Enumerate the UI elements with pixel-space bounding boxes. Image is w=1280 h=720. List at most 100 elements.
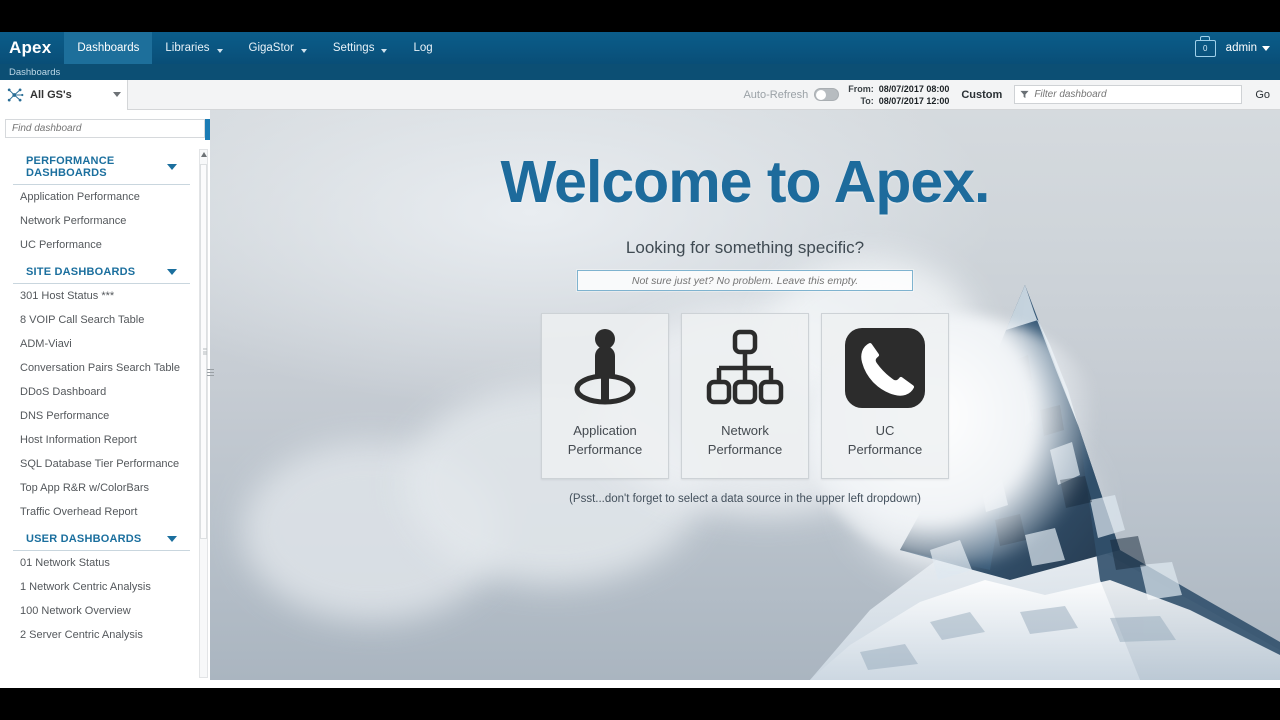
chevron-down-icon [300,49,307,53]
datasource-label: All GS's [30,88,72,101]
app-brand-logo[interactable]: Apex [0,32,64,64]
welcome-main-area: Welcome to Apex. Looking for something s… [210,110,1280,680]
list-item[interactable]: DDoS Dashboard [0,380,198,404]
apex-application: Apex Dashboards Libraries GigaStor Setti… [0,32,1280,688]
card-caption: UC Performance [844,422,926,460]
list-item[interactable]: Network Performance [0,209,198,233]
data-source-hint: (Psst...don't forget to select a data so… [569,493,921,505]
auto-refresh-control[interactable]: Auto-Refresh [743,88,840,101]
dashboard-sidebar: PERFORMANCE DASHBOARDS Application Perfo… [0,110,214,680]
datasource-dropdown[interactable]: All GS's [0,79,128,110]
card-caption-line1: Network [721,423,769,438]
group-header-site-dashboards[interactable]: SITE DASHBOARDS [13,257,190,284]
card-network-performance[interactable]: Network Performance [681,313,809,479]
nav-item-libraries[interactable]: Libraries [152,32,235,64]
toolbar: All GS's Auto-Refresh From: To: 08/07/20… [0,79,1280,110]
nav-item-dashboards[interactable]: Dashboards [64,32,153,64]
card-caption-line2: Performance [567,441,643,457]
list-item[interactable]: 01 Network Status [0,551,198,575]
auto-refresh-toggle[interactable] [814,88,840,101]
from-label: From: [848,83,874,94]
nav-item-log[interactable]: Log [400,32,445,64]
nav-label: Log [413,42,433,54]
dashboard-list: PERFORMANCE DASHBOARDS Application Perfo… [0,146,210,680]
body-split: PERFORMANCE DASHBOARDS Application Perfo… [0,110,1280,680]
sidebar-scrollbar[interactable] [199,149,208,678]
scrollbar-thumb[interactable] [200,164,207,539]
find-dashboard-wrap [0,110,214,146]
card-application-performance[interactable]: Application Performance [541,313,669,479]
group-title: USER DASHBOARDS [26,533,142,545]
quick-launch-cards: Application Performance Network Performa… [210,313,1280,479]
list-item[interactable]: DNS Performance [0,404,198,428]
nav-label: GigaStor [248,42,294,54]
chevron-down-icon [167,164,177,170]
person-in-circle-icon [567,314,643,422]
toolbar-right-cluster: Auto-Refresh From: To: 08/07/2017 08:00 … [743,83,1280,107]
list-item[interactable]: Conversation Pairs Search Table [0,356,198,380]
group-title: PERFORMANCE DASHBOARDS [26,155,115,179]
list-item[interactable]: Traffic Overhead Report [0,500,198,524]
list-item[interactable]: 8 VOIP Call Search Table [0,308,198,332]
group-header-user-dashboards[interactable]: USER DASHBOARDS [13,524,190,551]
user-menu[interactable]: admin [1226,42,1270,54]
network-nodes-icon [7,88,24,101]
card-caption-line2: Performance [707,441,783,457]
nav-label: Dashboards [77,42,140,54]
letterbox-top [0,0,1280,32]
to-value: 08/07/2017 12:00 [878,95,950,106]
chevron-down-icon [1262,45,1270,51]
date-range-display[interactable]: From: To: 08/07/2017 08:00 08/07/2017 12… [848,83,949,107]
list-item[interactable]: 301 Host Status *** [0,284,198,308]
cart-badge-count: 0 [1202,43,1208,53]
breadcrumb-current: Dashboards [9,66,61,78]
nav-item-gigastor[interactable]: GigaStor [236,32,320,64]
list-item[interactable]: UC Performance [0,233,198,257]
from-value: 08/07/2017 08:00 [878,83,950,94]
group-header-performance-dashboards[interactable]: PERFORMANCE DASHBOARDS [13,146,190,185]
hero-subtitle: Looking for something specific? [625,238,865,257]
list-item[interactable]: SQL Database Tier Performance [0,452,198,476]
go-button[interactable]: Go [1251,87,1274,103]
nav-item-settings[interactable]: Settings [320,32,401,64]
hero-search-input[interactable] [586,274,904,287]
card-uc-performance[interactable]: UC Performance [821,313,949,479]
list-item[interactable]: Host Information Report [0,428,198,452]
filter-dashboard-input[interactable] [1034,89,1237,100]
scroll-up-arrow-icon[interactable] [201,152,207,157]
page-title: Welcome to Apex. [500,149,991,215]
card-caption-line1: UC [875,423,895,438]
find-dashboard-input[interactable] [5,119,205,138]
briefcase-icon[interactable]: 0 [1194,39,1216,57]
user-label: admin [1225,42,1257,54]
list-item[interactable]: Top App R&R w/ColorBars [0,476,198,500]
nav-label: Settings [332,42,375,54]
phone-handset-icon [842,314,928,422]
network-tree-icon [705,314,785,422]
chevron-down-icon [167,536,177,542]
auto-refresh-label: Auto-Refresh [743,88,809,101]
hero-search-box [577,270,913,291]
screen-root: Apex Dashboards Libraries GigaStor Setti… [0,0,1280,720]
card-caption: Application Performance [564,422,646,460]
list-item[interactable]: 2 Server Centric Analysis [0,623,198,647]
list-item[interactable]: 1 Network Centric Analysis [0,575,198,599]
breadcrumb: Dashboards [0,64,1280,80]
nav-right-cluster: 0 admin [1194,32,1280,64]
list-item[interactable]: 100 Network Overview [0,599,198,623]
group-title: SITE DASHBOARDS [26,266,136,278]
chevron-down-icon [216,49,223,53]
welcome-hero: Welcome to Apex. Looking for something s… [210,110,1280,505]
top-navigation-bar: Apex Dashboards Libraries GigaStor Setti… [0,32,1280,64]
card-caption: Network Performance [704,422,786,460]
filter-dashboard-box [1014,85,1243,104]
list-item[interactable]: ADM-Viavi [0,332,198,356]
card-caption-line1: Application [573,423,637,438]
card-caption-line2: Performance [847,441,923,457]
chevron-down-icon [381,49,388,53]
funnel-icon [1020,90,1029,99]
custom-range-button[interactable]: Custom [958,89,1005,101]
date-range-values: 08/07/2017 08:00 08/07/2017 12:00 [879,83,950,107]
list-item[interactable]: Application Performance [0,185,198,209]
scrollbar-grip-icon [202,347,207,356]
